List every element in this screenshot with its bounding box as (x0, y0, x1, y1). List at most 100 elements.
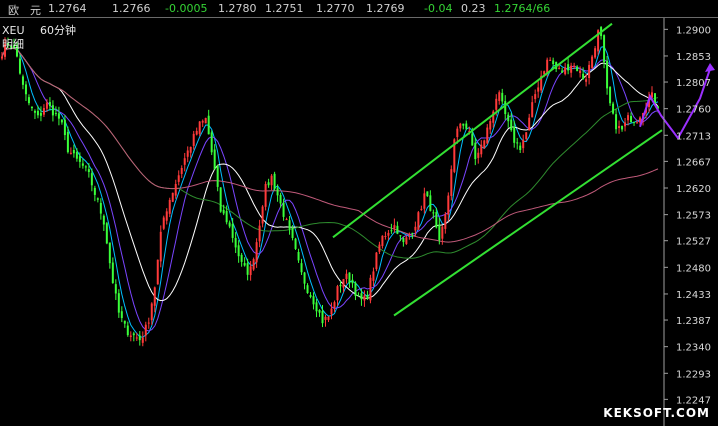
candle-body (18, 58, 21, 74)
channel-upper-line (332, 22, 613, 239)
candle-body (396, 225, 399, 234)
candle-body (144, 324, 147, 336)
candle-body (489, 121, 492, 130)
candle-body (33, 110, 36, 113)
candle-body (183, 158, 186, 165)
candle-body (24, 84, 27, 95)
candle-body (102, 215, 105, 225)
y-tick-label: 1.2387 (676, 316, 711, 327)
candle-body (48, 102, 51, 107)
candle-body (567, 64, 570, 71)
candle-body (222, 209, 225, 214)
candle-body (129, 335, 132, 338)
candle-body (561, 70, 564, 73)
candle-body (612, 103, 615, 114)
candle-body (462, 123, 465, 126)
candle-body (603, 35, 606, 63)
candle-body (162, 217, 165, 229)
candle-body (138, 335, 141, 341)
y-tick-label: 1.2713 (676, 131, 711, 142)
candle-body (429, 195, 432, 211)
candle-body (291, 227, 294, 239)
moving-average-lines (1, 46, 659, 338)
y-tick-label: 1.2853 (676, 52, 711, 63)
candle-body (252, 259, 255, 270)
candle-body (78, 156, 81, 162)
candle-body (519, 145, 522, 151)
trend-overlays (332, 22, 715, 317)
y-tick-label: 1.2900 (676, 25, 711, 36)
candle-body (315, 302, 318, 312)
candle-body (624, 122, 627, 127)
candle-body (312, 296, 315, 305)
candle-body (114, 284, 117, 294)
candle-body (216, 166, 219, 187)
candle-body (588, 64, 591, 79)
candle-body (105, 223, 108, 244)
candle-body (408, 234, 411, 236)
candle-body (132, 333, 135, 336)
candle-body (21, 76, 24, 85)
candle-body (111, 262, 114, 284)
candle-body (576, 66, 579, 72)
candle-body (156, 259, 159, 285)
candle-body (573, 65, 576, 68)
candle-body (201, 120, 204, 123)
candle-body (345, 273, 348, 280)
candle-body (135, 337, 138, 339)
candle-body (549, 59, 552, 61)
candle-body (123, 320, 126, 324)
candle-body (387, 232, 390, 236)
ma-20-line (1, 47, 659, 302)
candle-body (441, 226, 444, 239)
candle-body (471, 133, 474, 146)
candle-body (633, 121, 636, 123)
candle-body (516, 142, 519, 144)
candle-body (507, 114, 510, 122)
candle-body (294, 238, 297, 249)
candle-body (534, 94, 537, 100)
candle-body (210, 132, 213, 153)
candle-body (126, 325, 129, 336)
candle-body (147, 322, 150, 324)
candle-body (306, 285, 309, 294)
candle-body (93, 187, 96, 195)
candle-body (153, 287, 156, 306)
price-axis: 1.2900 1.2853 1.2807 1.2760 1.2713 1.2667 1.26… (663, 18, 711, 426)
candle-body (267, 182, 270, 186)
candle-body (420, 208, 423, 210)
candle-body (27, 97, 30, 104)
candle-body (594, 48, 597, 58)
candle-body (240, 254, 243, 262)
candle-body (108, 242, 111, 264)
candle-body (96, 198, 99, 200)
candle-body (609, 87, 612, 104)
candle-body (288, 220, 291, 229)
candle-body (87, 169, 90, 173)
candle-body (303, 272, 306, 284)
candle-body (90, 173, 93, 186)
candle-body (273, 173, 276, 189)
candle-body (390, 230, 393, 232)
candle-body (336, 286, 339, 301)
candle-body (342, 279, 345, 288)
candle-body (399, 235, 402, 237)
candle-body (363, 295, 366, 301)
candle-body (330, 308, 333, 315)
candle-body (333, 302, 336, 309)
candle-body (39, 112, 42, 116)
candle-body (513, 126, 516, 143)
candle-body (225, 211, 228, 223)
candle-body (42, 108, 45, 115)
candle-body (528, 117, 531, 131)
symbol-label: XEU 60分钟 (2, 23, 76, 37)
candle-body (327, 316, 330, 320)
candle-body (474, 142, 477, 160)
candle-body (465, 123, 468, 129)
candle-body (621, 125, 624, 130)
candle-body (372, 271, 375, 281)
candle-body (591, 56, 594, 68)
candle-body (255, 242, 258, 263)
candle-body (582, 73, 585, 80)
candle-body (324, 316, 327, 320)
